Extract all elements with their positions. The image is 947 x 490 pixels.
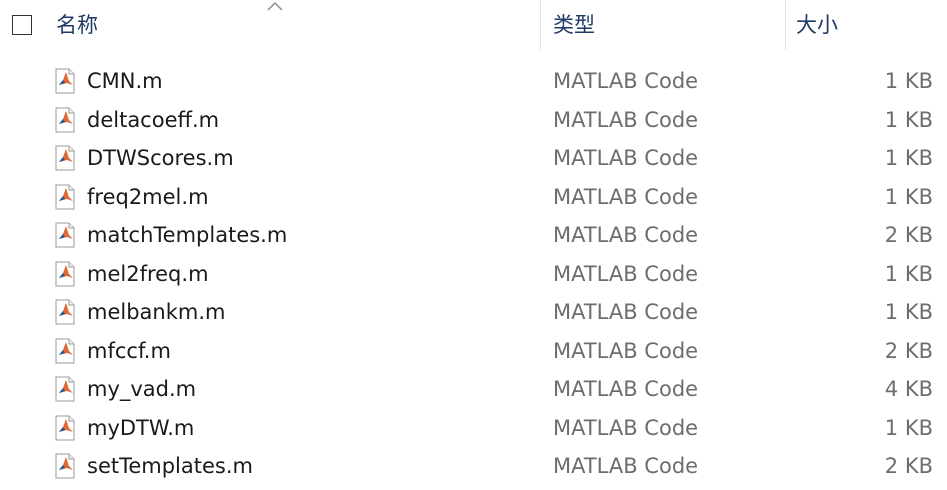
- file-row[interactable]: mel2freq.m MATLAB Code 1 KB: [0, 255, 947, 294]
- file-row[interactable]: deltacoeff.m MATLAB Code 1 KB: [0, 101, 947, 140]
- file-size: 1 KB: [884, 300, 933, 324]
- file-name: mfccf.m: [87, 338, 171, 363]
- file-type: MATLAB Code: [553, 69, 699, 93]
- file-size: 1 KB: [884, 146, 933, 170]
- file-type: MATLAB Code: [553, 223, 699, 247]
- file-type: MATLAB Code: [553, 415, 699, 440]
- select-all-checkbox[interactable]: [12, 15, 32, 35]
- file-type: MATLAB Code: [553, 184, 699, 209]
- file-row[interactable]: my_vad.m MATLAB Code 4 KB: [0, 370, 947, 409]
- file-name: my_vad.m: [87, 377, 197, 401]
- file-size: 2 KB: [884, 454, 933, 478]
- file-row[interactable]: melbankm.m MATLAB Code 1 KB: [0, 293, 947, 332]
- file-name: myDTW.m: [87, 415, 195, 440]
- file-name: mel2freq.m: [87, 261, 209, 286]
- matlab-file-icon: [55, 184, 75, 209]
- file-name: CMN.m: [87, 69, 163, 93]
- column-header-name[interactable]: 名称: [44, 0, 540, 50]
- matlab-file-icon: [55, 299, 75, 325]
- file-size: 1 KB: [884, 69, 933, 93]
- matlab-file-icon: [55, 338, 75, 363]
- file-row[interactable]: DTWScores.m MATLAB Code 1 KB: [0, 139, 947, 178]
- matlab-file-icon: [55, 107, 75, 132]
- matlab-file-icon: [55, 261, 75, 286]
- file-row[interactable]: mfccf.m MATLAB Code 2 KB: [0, 332, 947, 371]
- file-type: MATLAB Code: [553, 454, 699, 478]
- file-type: MATLAB Code: [553, 107, 699, 132]
- file-size: 1 KB: [884, 107, 933, 132]
- file-name: freq2mel.m: [87, 184, 209, 209]
- file-list: CMN.m MATLAB Code 1 KB deltacoeff.m MATLAB C…: [0, 62, 947, 486]
- file-size: 2 KB: [884, 223, 933, 247]
- file-type: MATLAB Code: [553, 146, 699, 170]
- file-name: deltacoeff.m: [87, 107, 220, 132]
- matlab-file-icon: [55, 453, 75, 479]
- file-name: DTWScores.m: [87, 146, 234, 170]
- file-type: MATLAB Code: [553, 300, 699, 324]
- matlab-file-icon: [55, 145, 75, 171]
- column-header-bar: 名称 类型 大小: [0, 0, 947, 50]
- file-row[interactable]: freq2mel.m MATLAB Code 1 KB: [0, 178, 947, 217]
- matlab-file-icon: [55, 376, 75, 402]
- file-size: 1 KB: [884, 415, 933, 440]
- file-size: 2 KB: [884, 338, 933, 363]
- matlab-file-icon: [55, 68, 75, 94]
- file-row[interactable]: matchTemplates.m MATLAB Code 2 KB: [0, 216, 947, 255]
- column-header-type[interactable]: 类型: [541, 0, 785, 50]
- file-name: setTemplates.m: [87, 454, 253, 478]
- file-size: 4 KB: [884, 377, 933, 401]
- file-row[interactable]: setTemplates.m MATLAB Code 2 KB: [0, 447, 947, 486]
- file-type: MATLAB Code: [553, 338, 699, 363]
- matlab-file-icon: [55, 222, 75, 248]
- file-size: 1 KB: [884, 184, 933, 209]
- file-row[interactable]: myDTW.m MATLAB Code 1 KB: [0, 409, 947, 448]
- file-name: matchTemplates.m: [87, 223, 288, 247]
- matlab-file-icon: [55, 415, 75, 440]
- column-header-size[interactable]: 大小: [786, 0, 947, 50]
- file-explorer-details-view: 名称 类型 大小 CMN.m MATLAB Code 1 KB deltacoeff.…: [0, 0, 947, 490]
- file-row[interactable]: CMN.m MATLAB Code 1 KB: [0, 62, 947, 101]
- file-type: MATLAB Code: [553, 377, 699, 401]
- file-type: MATLAB Code: [553, 261, 699, 286]
- file-name: melbankm.m: [87, 300, 226, 324]
- file-size: 1 KB: [884, 261, 933, 286]
